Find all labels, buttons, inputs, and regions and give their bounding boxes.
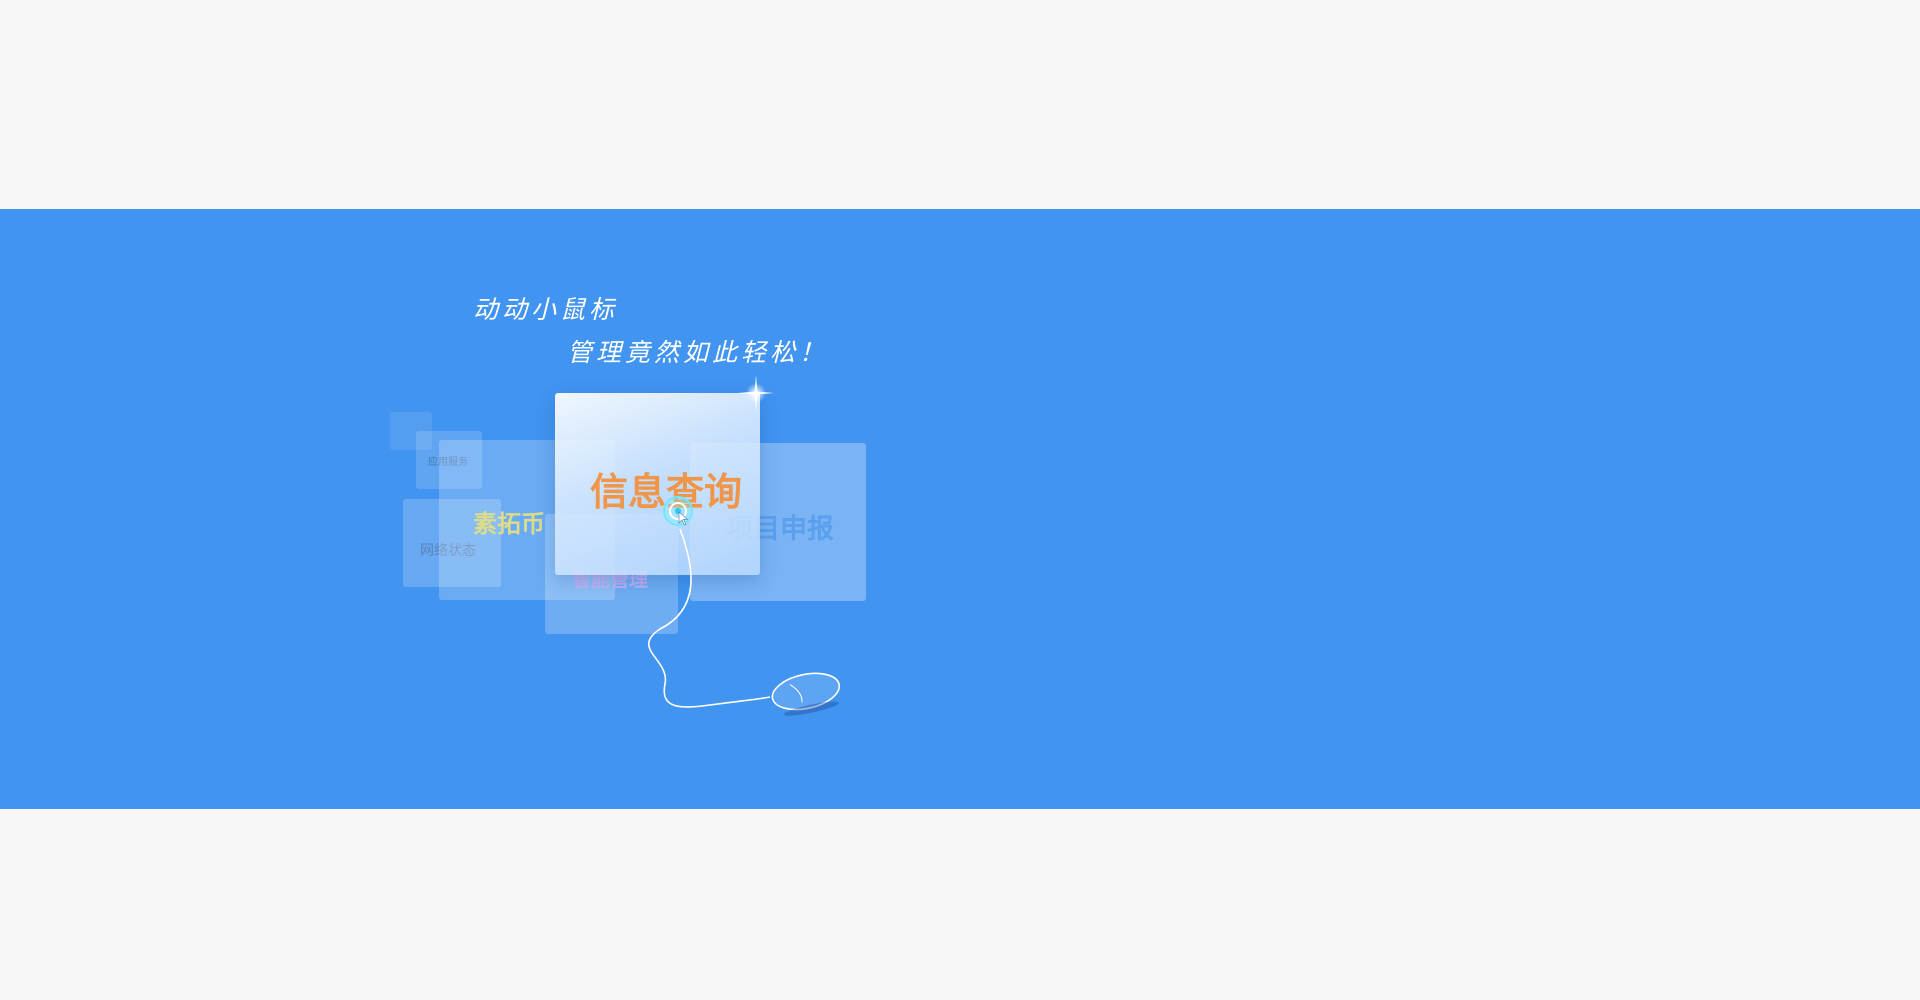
sparkle-icon: [738, 375, 774, 411]
hero-banner: 动动小鼠标 管理竟然如此轻松！ 应用服务 网络状态 素拓币 项目申报 智能管理 …: [0, 209, 1920, 809]
slogan-line-1: 动动小鼠标: [473, 295, 619, 324]
cursor-icon: [663, 496, 693, 526]
coin-tile-label: 素拓币: [473, 510, 545, 538]
slogan-line-2: 管理竟然如此轻松！: [567, 338, 829, 367]
mouse-icon: [647, 528, 840, 716]
